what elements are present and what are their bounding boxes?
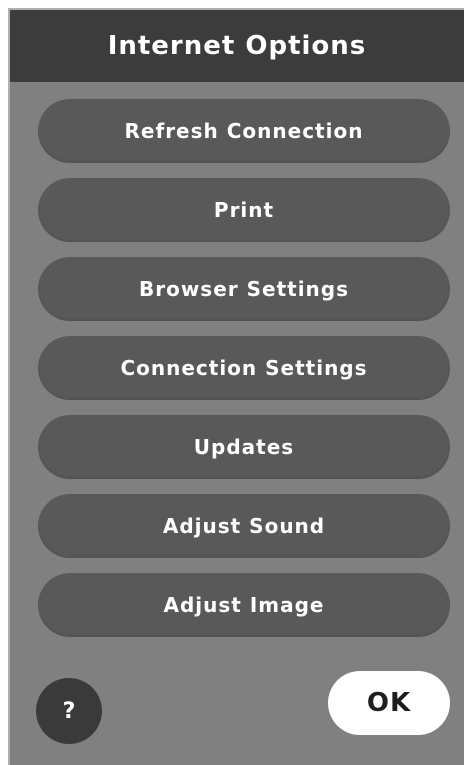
- adjust-sound-button[interactable]: Adjust Sound: [38, 494, 450, 558]
- updates-label: Updates: [193, 435, 295, 459]
- connection-settings-button[interactable]: Connection Settings: [38, 336, 450, 400]
- ok-button[interactable]: OK: [328, 671, 450, 735]
- print-label: Print: [213, 198, 275, 222]
- question-mark-icon: ?: [62, 698, 76, 724]
- browser-settings-button[interactable]: Browser Settings: [38, 257, 450, 321]
- adjust-image-label: Adjust Image: [163, 593, 325, 617]
- adjust-sound-label: Adjust Sound: [162, 514, 326, 538]
- refresh-connection-label: Refresh Connection: [124, 119, 364, 143]
- connection-settings-label: Connection Settings: [120, 356, 368, 380]
- adjust-image-button[interactable]: Adjust Image: [38, 573, 450, 637]
- dialog-header: Internet Options: [10, 10, 464, 82]
- refresh-connection-button[interactable]: Refresh Connection: [38, 99, 450, 163]
- browser-settings-label: Browser Settings: [138, 277, 350, 301]
- help-button[interactable]: ?: [36, 678, 102, 744]
- ok-label: OK: [366, 688, 412, 718]
- internet-options-dialog: Internet Options Refresh Connection Prin…: [8, 8, 464, 765]
- updates-button[interactable]: Updates: [38, 415, 450, 479]
- print-button[interactable]: Print: [38, 178, 450, 242]
- dialog-title: Internet Options: [107, 31, 367, 61]
